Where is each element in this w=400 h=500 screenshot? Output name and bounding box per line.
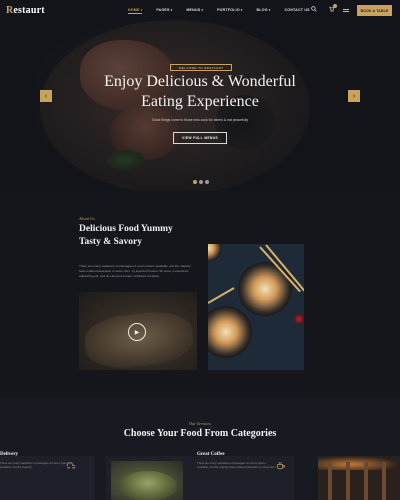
service-food-image: [111, 461, 183, 500]
chevron-right-icon: ›: [352, 92, 356, 100]
chevron-left-icon: ‹: [44, 92, 48, 100]
interior-pillar: [346, 462, 350, 500]
chevron-down-icon: ▾: [140, 8, 143, 12]
logo-text: estaurt: [13, 5, 45, 16]
menu-item-menus[interactable]: MENUS▾: [186, 8, 203, 14]
menu-label: CONTACT US: [284, 8, 310, 12]
top-navigation: Restaurt HOME▾ PAGES▾ MENUS▾ PORTFOLIO▾ …: [0, 0, 400, 22]
services-title: Choose Your Food From Categories: [123, 428, 277, 439]
chevron-down-icon: ▾: [170, 8, 173, 12]
play-icon: ▶: [134, 329, 140, 336]
cart-badge: [333, 4, 337, 8]
chevron-down-icon: ▾: [268, 8, 271, 12]
service-card-interior[interactable]: [318, 456, 400, 500]
hamburger-icon[interactable]: [343, 9, 349, 12]
interior-pillar: [364, 462, 368, 500]
menu-item-pages[interactable]: PAGES▾: [156, 8, 172, 14]
about-title-line: Delicious Food Yummy: [79, 224, 173, 234]
menu-item-home[interactable]: HOME▾: [128, 8, 143, 14]
service-card-title: Delivery: [0, 452, 19, 457]
about-video-thumbnail: ▶: [79, 292, 197, 370]
hero-tagline: WELCOME TO RESTAURT: [170, 64, 232, 71]
menu-label: MENUS: [186, 8, 201, 12]
service-card-title: Great Coffee: [197, 452, 225, 457]
main-menu: HOME▾ PAGES▾ MENUS▾ PORTFOLIO▾ BLOG▾ CON…: [128, 8, 324, 14]
menu-label: BLOG: [256, 8, 268, 12]
slider-dot[interactable]: [205, 180, 209, 184]
book-a-table-button[interactable]: BOOK A TABLE: [357, 5, 392, 16]
service-card-delivery[interactable]: Delivery There are many variations of pa…: [0, 452, 95, 500]
section-label: Our Services: [189, 421, 211, 426]
chopstick-image: [208, 287, 235, 304]
menu-item-contact-us[interactable]: CONTACT US: [284, 8, 309, 14]
service-card-text: There are many variations of passages of…: [197, 461, 276, 470]
logo[interactable]: Restaurt: [6, 5, 45, 16]
hero-slider: WELCOME TO RESTAURT Enjoy Delicious & Wo…: [0, 0, 400, 191]
menu-item-blog[interactable]: BLOG▾: [257, 8, 271, 14]
bowl-image: [208, 306, 252, 358]
service-card-text: There are many variations of passages of…: [0, 461, 69, 470]
hero-title: Enjoy Delicious & Wonderful Eating Exper…: [60, 72, 340, 112]
hero-title-line: Enjoy Delicious & Wonderful: [104, 73, 296, 90]
slider-next-button[interactable]: ›: [348, 90, 360, 102]
menu-label: HOME: [128, 8, 140, 12]
section-label: About Us: [79, 216, 95, 221]
about-title: Delicious Food Yummy Tasty & Savory: [79, 223, 199, 249]
about-description: There are many variations of passages of…: [79, 264, 191, 278]
slider-dot[interactable]: [199, 180, 203, 184]
menu-label: PORTFOLIO: [217, 8, 240, 12]
slider-dot[interactable]: [193, 180, 197, 184]
bowl-image: [238, 262, 292, 316]
coffee-icon: [277, 462, 285, 470]
interior-pillar: [328, 462, 332, 500]
interior-pillar: [382, 462, 386, 500]
bowl-image: [208, 244, 222, 262]
slider-prev-button[interactable]: ‹: [40, 90, 52, 102]
search-icon[interactable]: [311, 6, 317, 12]
chevron-down-icon: ▾: [240, 8, 243, 12]
hero-subtitle: Good things come to those who cook for o…: [151, 118, 249, 122]
menu-item-portfolio[interactable]: PORTFOLIO▾: [217, 8, 242, 14]
delivery-icon: [66, 462, 76, 469]
bowl-image: [119, 471, 177, 500]
view-full-menus-button[interactable]: VIEW FULL MENUS: [173, 132, 227, 144]
hero-title-line: Eating Experience: [141, 93, 259, 110]
slider-dots: [193, 180, 209, 184]
sauce-image: [294, 314, 304, 324]
play-video-button[interactable]: ▶: [128, 323, 146, 341]
chevron-down-icon: ▾: [201, 8, 204, 12]
menu-label: PAGES: [156, 8, 170, 12]
about-title-line: Tasty & Savory: [79, 237, 142, 247]
about-food-image: [208, 244, 304, 370]
